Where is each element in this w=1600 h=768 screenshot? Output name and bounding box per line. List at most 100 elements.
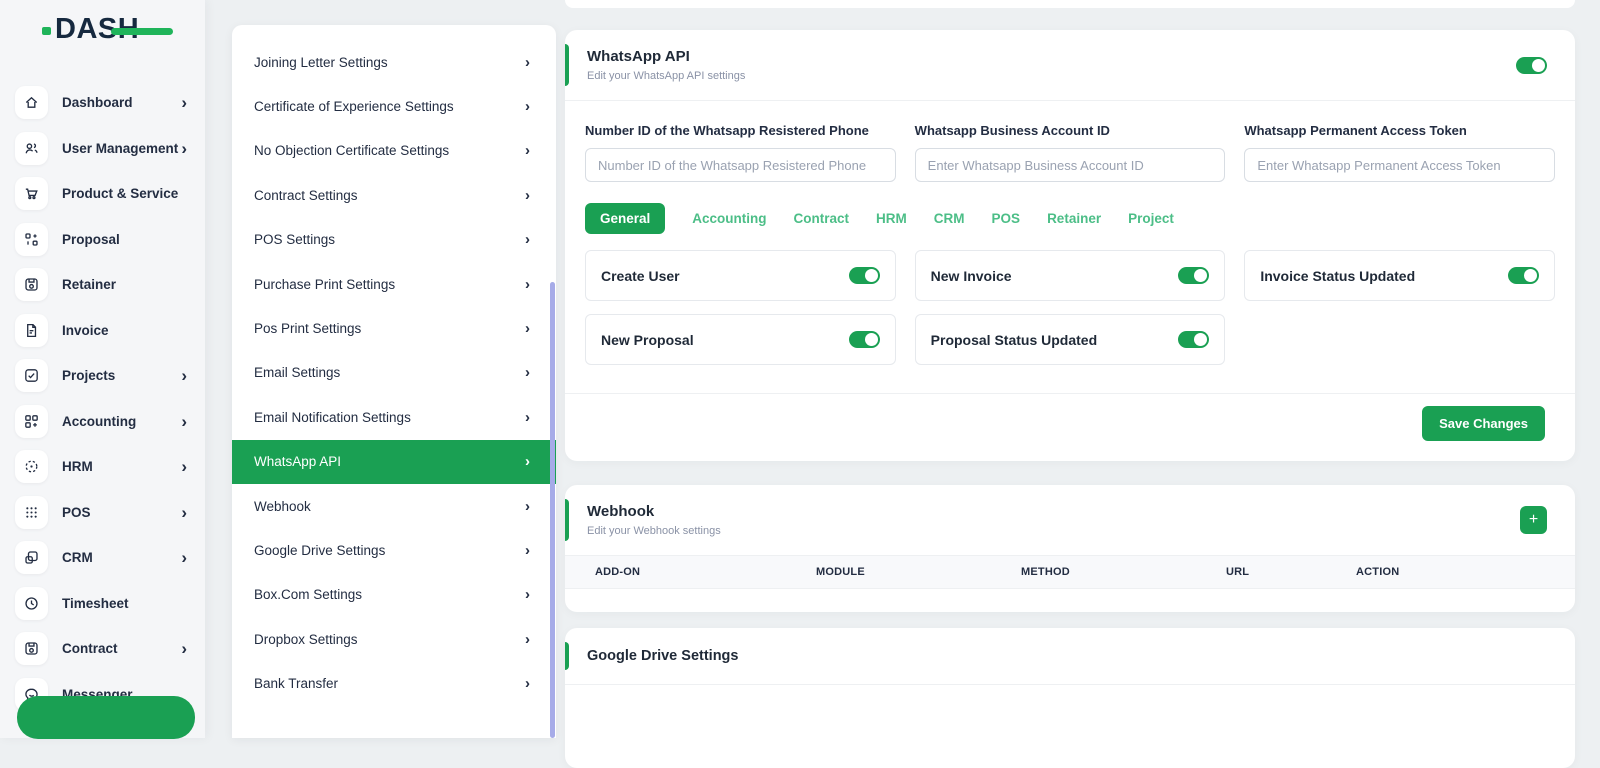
sidebar-item-pos[interactable]: POS › xyxy=(0,490,205,536)
settings-item-label: Purchase Print Settings xyxy=(254,277,395,292)
chevron-right-icon: › xyxy=(181,549,187,566)
sidebar-item-invoice[interactable]: Invoice xyxy=(0,308,205,354)
crm-icon xyxy=(15,541,48,574)
card-subtitle: Edit your WhatsApp API settings xyxy=(587,70,745,82)
sidebar-item-proposal[interactable]: Proposal xyxy=(0,217,205,263)
notification-toggle-grid: Create User New Invoice Invoice Status U… xyxy=(585,250,1555,365)
sidebar-item-contract[interactable]: Contract › xyxy=(0,626,205,672)
add-webhook-button[interactable]: + xyxy=(1520,506,1547,534)
card-accent-bar xyxy=(565,44,569,86)
settings-item-label: POS Settings xyxy=(254,232,335,247)
webhook-table-header: ADD-ON MODULE METHOD URL ACTION xyxy=(565,555,1575,589)
toggle-card-invoice-status-updated: Invoice Status Updated xyxy=(1244,250,1555,301)
previous-card-edge xyxy=(565,0,1575,8)
settings-item-pos-print[interactable]: Pos Print Settings › xyxy=(232,306,556,350)
settings-item-email-settings[interactable]: Email Settings › xyxy=(232,351,556,395)
create-user-toggle[interactable] xyxy=(849,267,880,284)
sidebar-item-label: User Management xyxy=(62,141,178,156)
tab-general[interactable]: General xyxy=(585,203,665,234)
tab-crm[interactable]: CRM xyxy=(934,211,965,226)
settings-item-dropbox[interactable]: Dropbox Settings › xyxy=(232,617,556,661)
webhook-card-header: Webhook Edit your Webhook settings + xyxy=(565,485,1575,555)
settings-item-box-com[interactable]: Box.Com Settings › xyxy=(232,573,556,617)
sidebar-item-label: CRM xyxy=(62,550,93,565)
settings-item-purchase-print[interactable]: Purchase Print Settings › xyxy=(232,262,556,306)
card-accent-bar xyxy=(565,642,569,670)
tab-accounting[interactable]: Accounting xyxy=(692,211,766,226)
tab-pos[interactable]: POS xyxy=(992,211,1021,226)
proposal-status-updated-toggle[interactable] xyxy=(1178,331,1209,348)
sidebar-item-retainer[interactable]: Retainer xyxy=(0,262,205,308)
webhook-table-body xyxy=(565,589,1575,612)
whatsapp-api-enable-toggle[interactable] xyxy=(1516,57,1547,74)
module-tabs: General Accounting Contract HRM CRM POS … xyxy=(585,203,1555,234)
settings-item-label: Certificate of Experience Settings xyxy=(254,99,454,114)
logo-dash-accent xyxy=(111,28,173,35)
sidebar-item-accounting[interactable]: Accounting › xyxy=(0,399,205,445)
settings-item-email-notification[interactable]: Email Notification Settings › xyxy=(232,395,556,439)
settings-panel-scrollbar[interactable] xyxy=(550,282,555,738)
sidebar-bottom-button[interactable] xyxy=(17,696,195,739)
sidebar-item-projects[interactable]: Projects › xyxy=(0,353,205,399)
chevron-right-icon: › xyxy=(525,321,530,336)
settings-item-label: Email Settings xyxy=(254,365,340,380)
pos-icon xyxy=(15,496,48,529)
chevron-right-icon: › xyxy=(181,94,187,111)
proposal-icon xyxy=(15,223,48,256)
chevron-right-icon: › xyxy=(181,140,187,157)
settings-item-pos-settings[interactable]: POS Settings › xyxy=(232,218,556,262)
sidebar-item-timesheet[interactable]: Timesheet xyxy=(0,581,205,627)
sidebar-item-hrm[interactable]: HRM › xyxy=(0,444,205,490)
settings-item-joining-letter[interactable]: Joining Letter Settings › xyxy=(232,40,556,84)
sidebar-item-label: Dashboard xyxy=(62,95,133,110)
settings-item-google-drive[interactable]: Google Drive Settings › xyxy=(232,528,556,572)
settings-item-certificate-experience[interactable]: Certificate of Experience Settings › xyxy=(232,84,556,128)
chevron-right-icon: › xyxy=(181,640,187,657)
new-proposal-toggle[interactable] xyxy=(849,331,880,348)
settings-nav: Joining Letter Settings › Certificate of… xyxy=(232,25,556,706)
save-changes-button[interactable]: Save Changes xyxy=(1422,406,1545,441)
toggle-label: New Invoice xyxy=(931,268,1012,284)
app-logo: DASH xyxy=(55,13,139,46)
chevron-right-icon: › xyxy=(525,55,530,70)
toggle-card-proposal-status-updated: Proposal Status Updated xyxy=(915,314,1226,365)
sidebar-item-crm[interactable]: CRM › xyxy=(0,535,205,581)
whatsapp-access-token-input[interactable] xyxy=(1244,148,1555,182)
chevron-right-icon: › xyxy=(181,367,187,384)
invoice-status-updated-toggle[interactable] xyxy=(1508,267,1539,284)
chevron-right-icon: › xyxy=(525,143,530,158)
tab-retainer[interactable]: Retainer xyxy=(1047,211,1101,226)
new-invoice-toggle[interactable] xyxy=(1178,267,1209,284)
tab-hrm[interactable]: HRM xyxy=(876,211,907,226)
field-label: Whatsapp Permanent Access Token xyxy=(1244,123,1555,138)
toggle-label: Proposal Status Updated xyxy=(931,332,1097,348)
whatsapp-api-card: WhatsApp API Edit your WhatsApp API sett… xyxy=(565,30,1575,461)
settings-item-webhook[interactable]: Webhook › xyxy=(232,484,556,528)
sidebar-item-dashboard[interactable]: Dashboard › xyxy=(0,80,205,126)
sidebar-item-label: Retainer xyxy=(62,277,116,292)
settings-item-no-objection-certificate[interactable]: No Objection Certificate Settings › xyxy=(232,129,556,173)
settings-item-label: Email Notification Settings xyxy=(254,410,411,425)
whatsapp-card-header: WhatsApp API Edit your WhatsApp API sett… xyxy=(565,30,1575,100)
chevron-right-icon: › xyxy=(181,504,187,521)
chevron-right-icon: › xyxy=(525,410,530,425)
tab-project[interactable]: Project xyxy=(1128,211,1174,226)
chevron-right-icon: › xyxy=(525,99,530,114)
chevron-right-icon: › xyxy=(181,413,187,430)
settings-item-bank-transfer[interactable]: Bank Transfer › xyxy=(232,661,556,705)
tab-contract[interactable]: Contract xyxy=(794,211,850,226)
gdrive-card-header: Google Drive Settings xyxy=(565,628,1575,685)
sidebar-nav: Dashboard › User Management › Product & … xyxy=(0,80,205,717)
settings-item-whatsapp-api[interactable]: WhatsApp API › xyxy=(232,440,556,484)
accounting-icon xyxy=(15,405,48,438)
column-header-url: URL xyxy=(1226,566,1356,578)
field-label: Whatsapp Business Account ID xyxy=(915,123,1226,138)
settings-item-contract-settings[interactable]: Contract Settings › xyxy=(232,173,556,217)
chevron-right-icon: › xyxy=(525,454,530,469)
sidebar-item-product-service[interactable]: Product & Service xyxy=(0,171,205,217)
whatsapp-business-account-input[interactable] xyxy=(915,148,1226,182)
whatsapp-number-id-input[interactable] xyxy=(585,148,896,182)
card-accent-bar xyxy=(565,499,569,541)
sidebar-item-user-management[interactable]: User Management › xyxy=(0,126,205,172)
settings-item-label: Dropbox Settings xyxy=(254,632,358,647)
